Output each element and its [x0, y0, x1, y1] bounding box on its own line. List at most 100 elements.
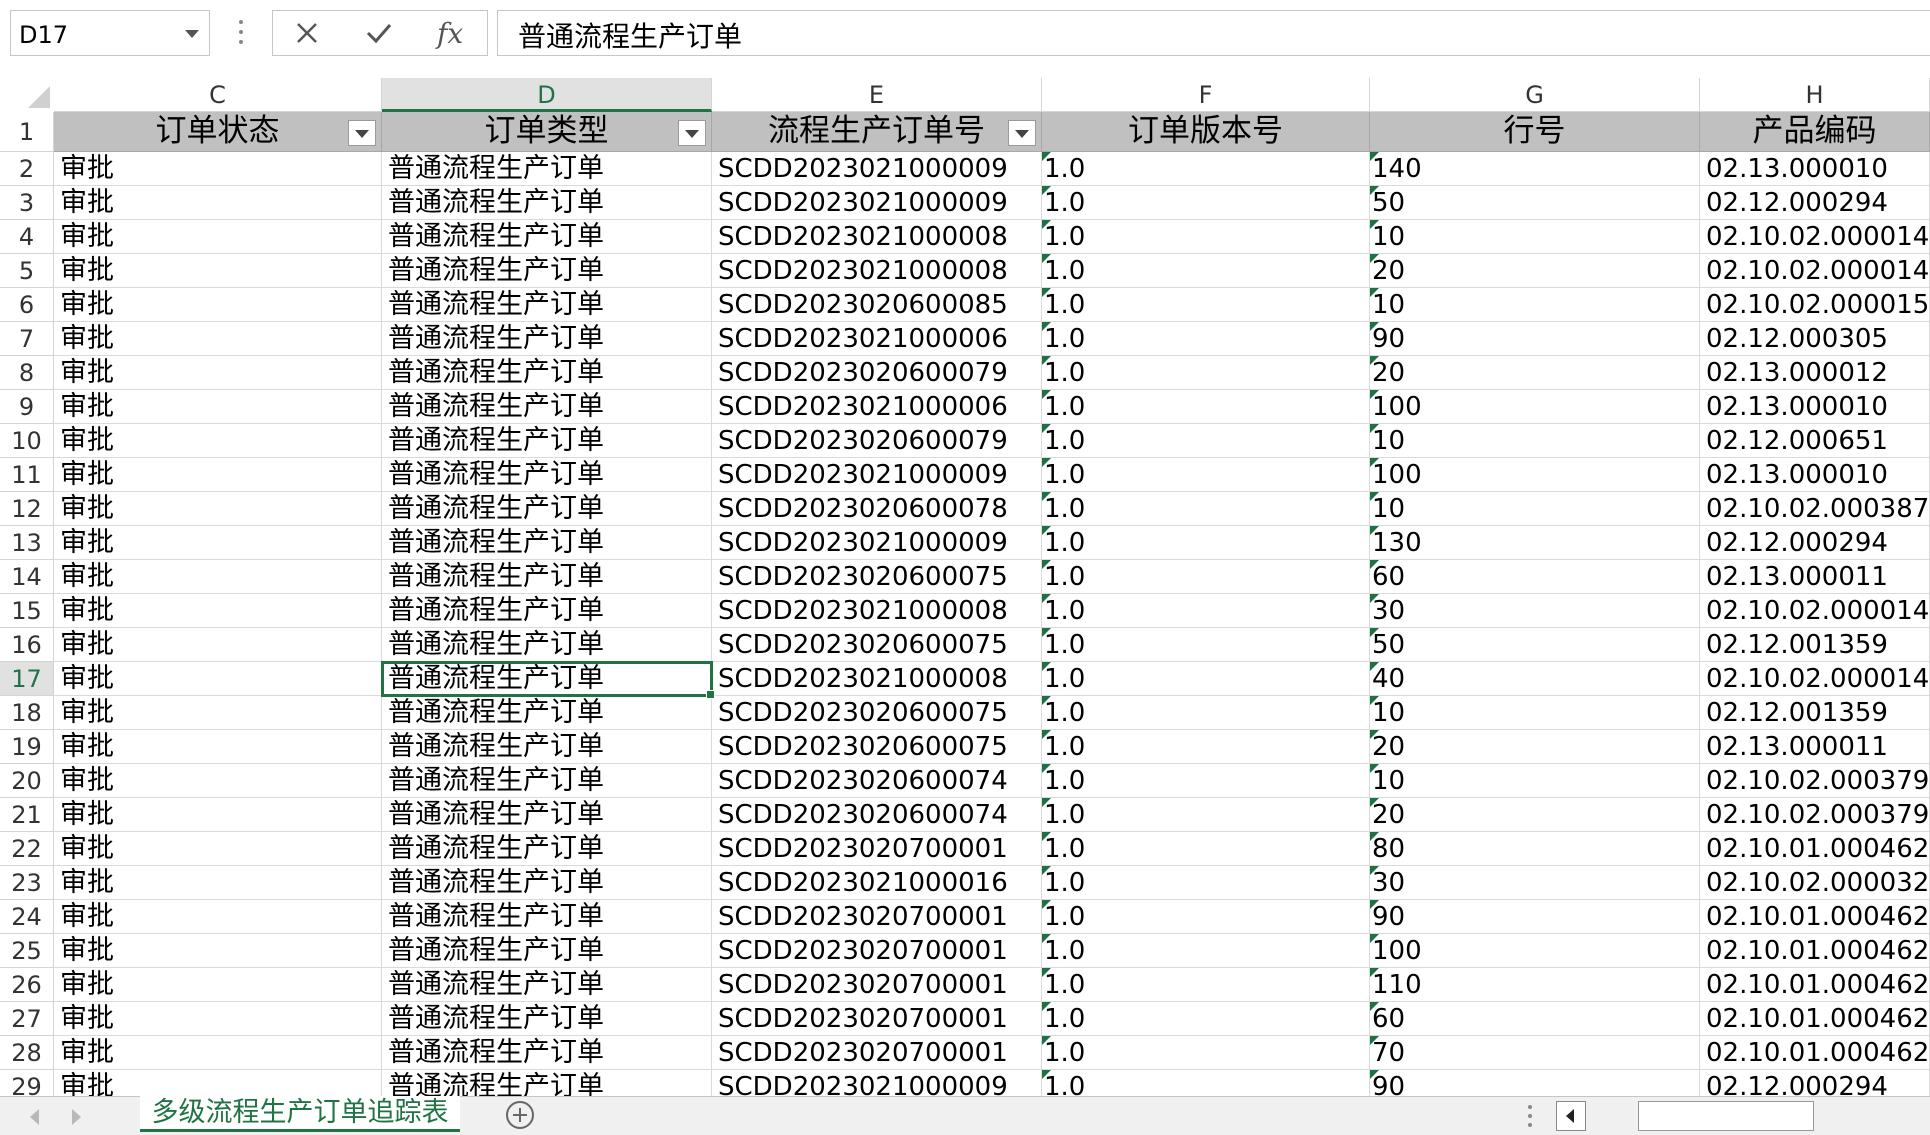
table-cell[interactable]: SCDD2023020600085 — [712, 288, 1042, 322]
row-header[interactable]: 24 — [0, 900, 54, 934]
table-cell[interactable]: SCDD2023020600074 — [712, 798, 1042, 832]
table-cell[interactable]: 02.13.000011 — [1700, 560, 1930, 594]
table-cell[interactable]: 10 — [1370, 220, 1700, 254]
table-cell[interactable]: 02.10.01.000462 — [1700, 832, 1930, 866]
table-cell[interactable]: SCDD2023020600079 — [712, 424, 1042, 458]
table-cell[interactable]: 20 — [1370, 254, 1700, 288]
table-cell[interactable]: 审批 — [54, 696, 382, 730]
table-cell[interactable]: 10 — [1370, 764, 1700, 798]
table-cell[interactable]: 20 — [1370, 798, 1700, 832]
row-header[interactable]: 27 — [0, 1002, 54, 1036]
row-header[interactable]: 15 — [0, 594, 54, 628]
table-cell[interactable]: SCDD2023021000009 — [712, 186, 1042, 220]
table-cell[interactable]: 普通流程生产订单 — [382, 764, 712, 798]
table-cell[interactable]: 审批 — [54, 1036, 382, 1070]
table-cell[interactable]: 90 — [1370, 900, 1700, 934]
table-cell[interactable]: 02.12.000294 — [1700, 526, 1930, 560]
table-cell[interactable]: 1.0 — [1042, 628, 1370, 662]
table-cell[interactable]: 审批 — [54, 492, 382, 526]
table-cell[interactable]: 审批 — [54, 1002, 382, 1036]
table-header-cell[interactable]: 订单版本号 — [1042, 112, 1370, 152]
table-cell[interactable]: SCDD2023020700001 — [712, 900, 1042, 934]
table-cell[interactable]: SCDD2023021000009 — [712, 152, 1042, 186]
table-cell[interactable]: 02.10.02.000387 — [1700, 492, 1930, 526]
table-header-cell[interactable]: 订单状态 — [54, 112, 382, 152]
table-cell[interactable]: 普通流程生产订单 — [382, 968, 712, 1002]
table-cell[interactable]: 审批 — [54, 254, 382, 288]
table-cell[interactable]: 1.0 — [1042, 1036, 1370, 1070]
table-cell[interactable]: 普通流程生产订单 — [382, 900, 712, 934]
table-cell[interactable]: 普通流程生产订单 — [382, 798, 712, 832]
table-cell[interactable]: 1.0 — [1042, 254, 1370, 288]
more-options-icon[interactable] — [238, 20, 244, 48]
row-header[interactable]: 3 — [0, 186, 54, 220]
row-header[interactable]: 28 — [0, 1036, 54, 1070]
table-cell[interactable]: 1.0 — [1042, 288, 1370, 322]
table-cell[interactable]: 02.13.000010 — [1700, 152, 1930, 186]
table-cell[interactable]: 10 — [1370, 696, 1700, 730]
table-cell[interactable]: 20 — [1370, 730, 1700, 764]
plus-circle-icon[interactable] — [506, 1101, 534, 1129]
table-cell[interactable]: 普通流程生产订单 — [382, 1002, 712, 1036]
chevron-down-icon[interactable] — [185, 30, 199, 38]
table-cell[interactable]: 1.0 — [1042, 662, 1370, 696]
row-header[interactable]: 7 — [0, 322, 54, 356]
table-cell[interactable]: 普通流程生产订单 — [382, 254, 712, 288]
table-cell[interactable]: SCDD2023020600078 — [712, 492, 1042, 526]
table-cell[interactable]: 30 — [1370, 866, 1700, 900]
table-cell[interactable]: 普通流程生产订单 — [382, 390, 712, 424]
table-cell[interactable]: 1.0 — [1042, 764, 1370, 798]
table-header-cell[interactable]: 订单类型 — [382, 112, 712, 152]
table-cell[interactable]: 1.0 — [1042, 560, 1370, 594]
table-cell[interactable]: 02.10.02.000014 — [1700, 220, 1930, 254]
filter-dropdown-button[interactable] — [1008, 120, 1036, 146]
table-cell[interactable]: 审批 — [54, 934, 382, 968]
horizontal-scrollbar[interactable] — [1588, 1101, 1930, 1131]
table-cell[interactable]: SCDD2023021000008 — [712, 220, 1042, 254]
table-cell[interactable]: 普通流程生产订单 — [382, 424, 712, 458]
table-cell[interactable]: 1.0 — [1042, 526, 1370, 560]
table-cell[interactable]: 02.10.02.000379 — [1700, 764, 1930, 798]
row-header[interactable]: 23 — [0, 866, 54, 900]
column-header[interactable]: D — [382, 78, 712, 112]
table-cell[interactable]: 1.0 — [1042, 900, 1370, 934]
table-cell[interactable]: 02.13.000010 — [1700, 390, 1930, 424]
table-cell[interactable]: SCDD2023021000009 — [712, 1070, 1042, 1096]
table-cell[interactable]: 02.12.000294 — [1700, 1070, 1930, 1096]
table-cell[interactable]: SCDD2023021000008 — [712, 594, 1042, 628]
table-cell[interactable]: 40 — [1370, 662, 1700, 696]
row-header[interactable]: 25 — [0, 934, 54, 968]
table-cell[interactable]: 70 — [1370, 1036, 1700, 1070]
table-cell[interactable]: 60 — [1370, 1002, 1700, 1036]
table-cell[interactable]: 审批 — [54, 730, 382, 764]
table-cell[interactable]: 80 — [1370, 832, 1700, 866]
table-cell[interactable]: 1.0 — [1042, 594, 1370, 628]
column-header[interactable]: H — [1700, 78, 1930, 112]
name-box[interactable]: D17 — [10, 10, 210, 56]
table-header-cell[interactable]: 行号 — [1370, 112, 1700, 152]
table-cell[interactable]: 02.10.01.000462 — [1700, 1036, 1930, 1070]
table-cell[interactable]: 审批 — [54, 628, 382, 662]
table-cell[interactable]: 普通流程生产订单 — [382, 594, 712, 628]
table-cell[interactable]: 审批 — [54, 424, 382, 458]
table-cell[interactable]: 1.0 — [1042, 730, 1370, 764]
table-cell[interactable]: 审批 — [54, 356, 382, 390]
row-header[interactable]: 14 — [0, 560, 54, 594]
filter-dropdown-button[interactable] — [348, 120, 376, 146]
row-header[interactable]: 20 — [0, 764, 54, 798]
table-cell[interactable]: 1.0 — [1042, 424, 1370, 458]
table-cell[interactable]: SCDD2023020600075 — [712, 730, 1042, 764]
table-cell[interactable]: 02.13.000012 — [1700, 356, 1930, 390]
table-cell[interactable]: 审批 — [54, 764, 382, 798]
table-cell[interactable]: 审批 — [54, 458, 382, 492]
table-cell[interactable]: 审批 — [54, 1070, 382, 1096]
table-cell[interactable]: 10 — [1370, 288, 1700, 322]
table-cell[interactable]: 审批 — [54, 594, 382, 628]
table-cell[interactable]: 02.10.02.000032 — [1700, 866, 1930, 900]
table-header-cell[interactable]: 产品编码 — [1700, 112, 1930, 152]
table-cell[interactable]: 02.10.01.000462 — [1700, 900, 1930, 934]
cancel-button[interactable] — [287, 15, 327, 51]
table-cell[interactable]: 02.12.000305 — [1700, 322, 1930, 356]
table-cell[interactable]: 普通流程生产订单 — [382, 662, 712, 696]
table-cell[interactable]: 1.0 — [1042, 1002, 1370, 1036]
